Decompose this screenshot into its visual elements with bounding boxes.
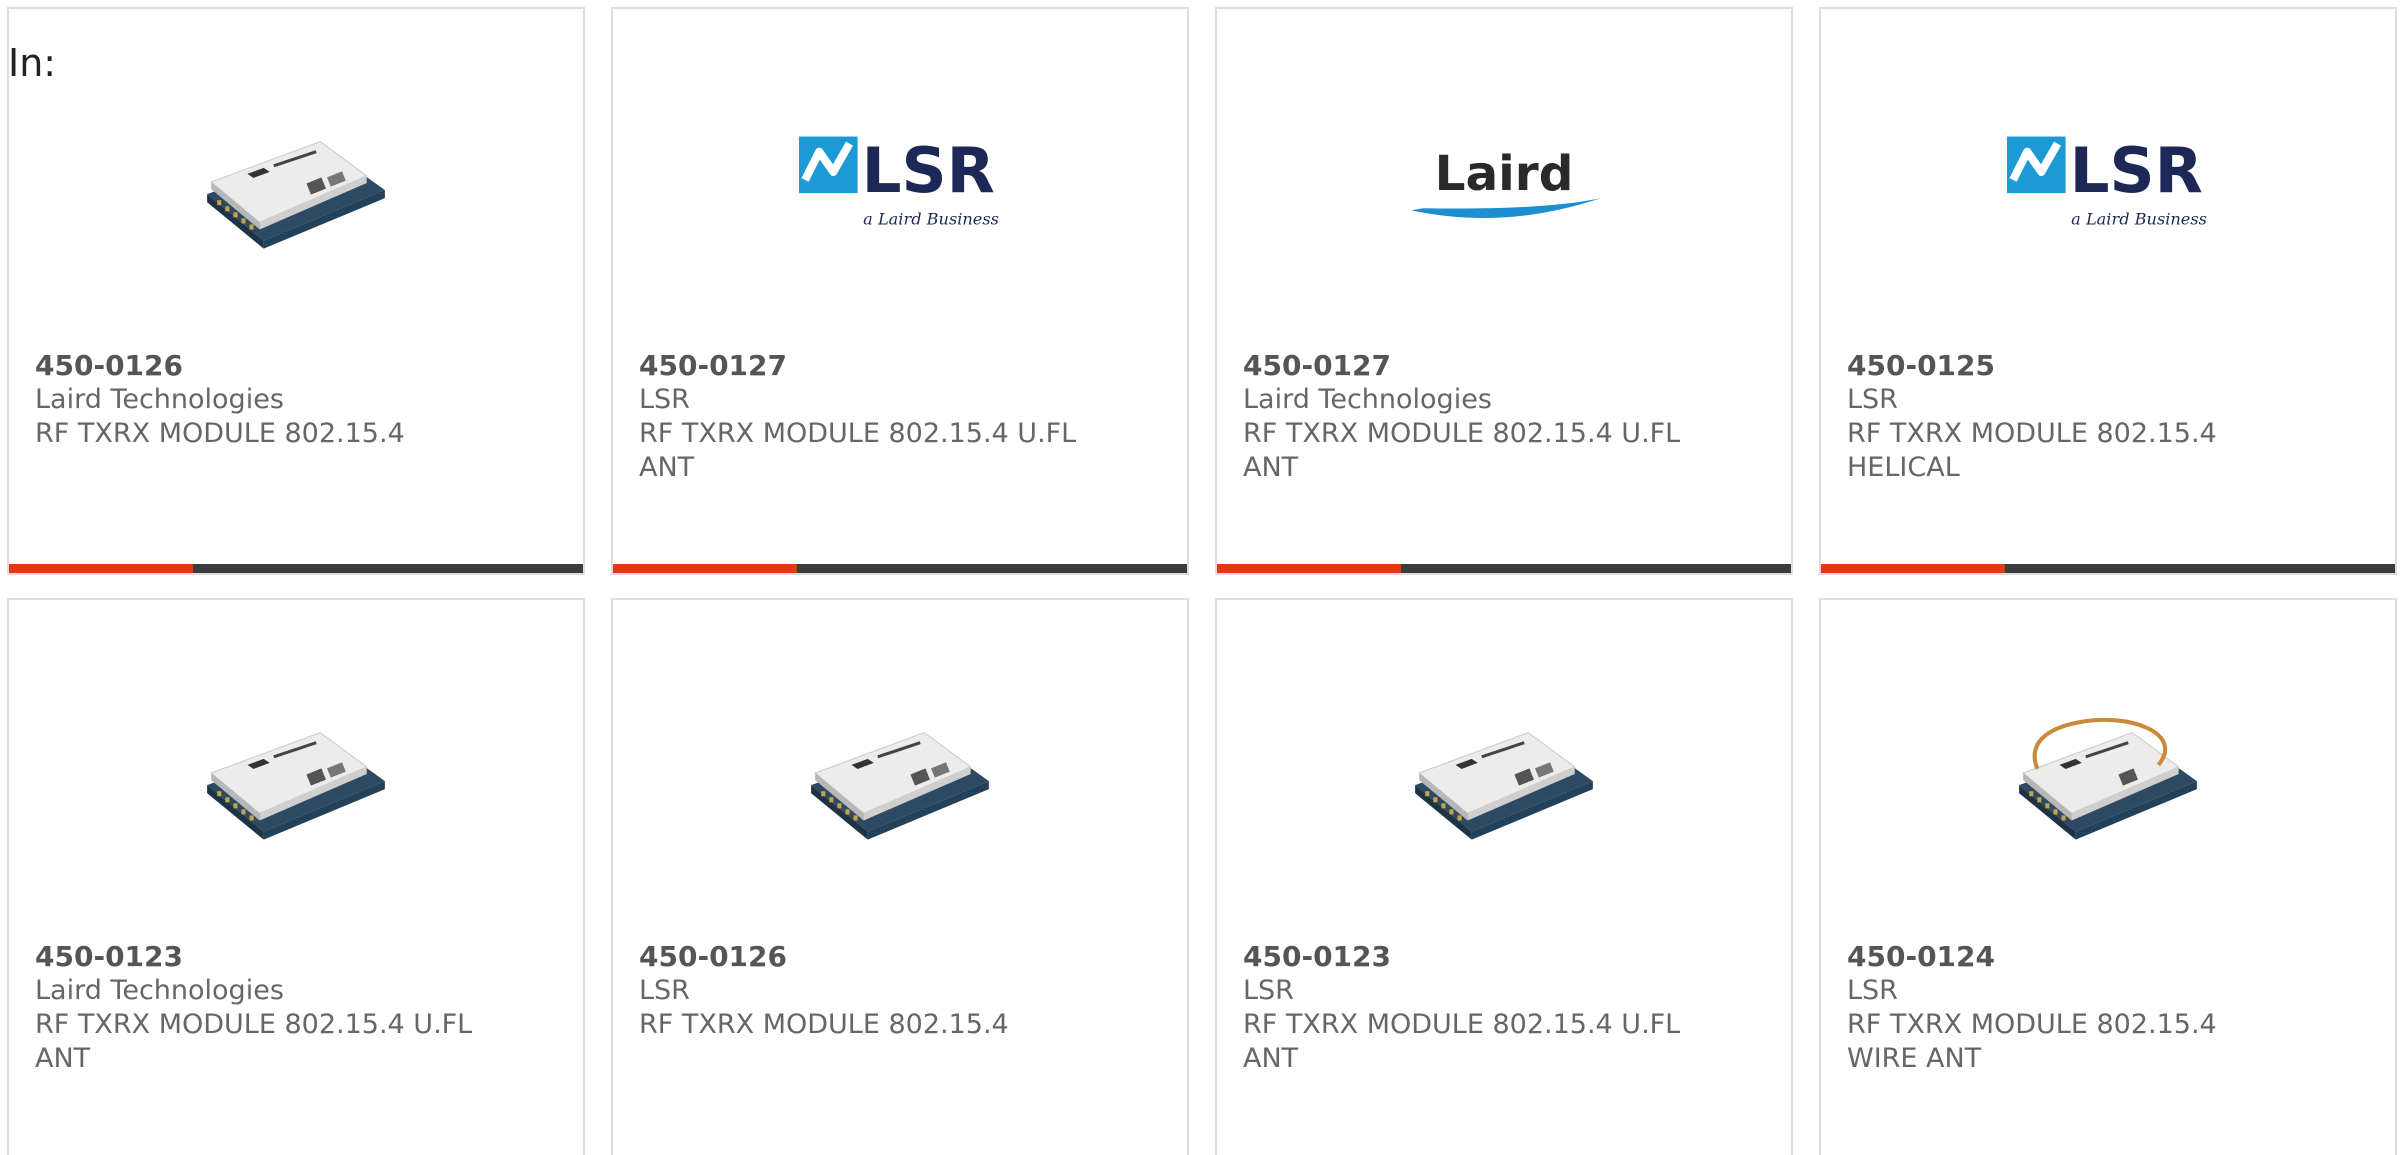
product-info: 450-0123 LSR RF TXRX MODULE 802.15.4 U.F… (1243, 940, 1683, 1076)
part-number[interactable]: 450-0123 (35, 940, 475, 974)
manufacturer: LSR (639, 384, 690, 415)
product-card[interactable]: 450-0126 Laird Technologies RF TXRX MODU… (7, 7, 585, 575)
part-number[interactable]: 450-0123 (1243, 940, 1683, 974)
part-number[interactable]: 450-0124 (1847, 940, 2287, 974)
description: RF TXRX MODULE 802.15.4 (35, 418, 405, 449)
product-card[interactable]: 450-0123 Laird Technologies RF TXRX MODU… (7, 598, 585, 1155)
progress-bar (1821, 564, 2395, 573)
product-card[interactable]: LSR a Laird Business 450-0127 LSR RF TXR… (611, 7, 1189, 575)
part-number[interactable]: 450-0126 (35, 349, 475, 383)
logo-text: Laird (1435, 146, 1574, 202)
product-results-page: In: 450-0126 Laird Technologies RF TXRX … (0, 0, 2400, 1155)
manufacturer: Laird Technologies (35, 384, 284, 415)
product-info: 450-0124 LSR RF TXRX MODULE 802.15.4 WIR… (1847, 940, 2287, 1076)
rf-module-photo (799, 672, 1001, 874)
rf-module-photo (195, 672, 397, 874)
manufacturer: LSR (1243, 975, 1294, 1006)
description: RF TXRX MODULE 802.15.4 U.FL ANT (1243, 1009, 1681, 1074)
description: RF TXRX MODULE 802.15.4 HELICAL (1847, 418, 2217, 483)
progress-fill (1821, 564, 2005, 573)
product-card[interactable]: 450-0126 LSR RF TXRX MODULE 802.15.4 (611, 598, 1189, 1155)
logo-text: LSR (862, 134, 995, 207)
product-card[interactable]: LSR a Laird Business 450-0125 LSR RF TXR… (1819, 7, 2397, 575)
description: RF TXRX MODULE 802.15.4 U.FL ANT (35, 1009, 473, 1074)
lsr-logo: LSR a Laird Business (2007, 81, 2209, 283)
part-number[interactable]: 450-0126 (639, 940, 1079, 974)
laird-logo: Laird (1403, 81, 1605, 283)
manufacturer: Laird Technologies (1243, 384, 1492, 415)
progress-fill (9, 564, 193, 573)
part-number[interactable]: 450-0125 (1847, 349, 2287, 383)
logo-subtext: a Laird Business (863, 209, 999, 228)
product-info: 450-0125 LSR RF TXRX MODULE 802.15.4 HEL… (1847, 349, 2287, 485)
manufacturer: Laird Technologies (35, 975, 284, 1006)
progress-bar (1217, 564, 1791, 573)
product-info: 450-0126 LSR RF TXRX MODULE 802.15.4 (639, 940, 1079, 1042)
description: RF TXRX MODULE 802.15.4 U.FL ANT (1243, 418, 1681, 483)
progress-bar (613, 564, 1187, 573)
product-card[interactable]: Laird 450-0127 Laird Technologies RF TXR… (1215, 7, 1793, 575)
rf-module-photo (1403, 672, 1605, 874)
manufacturer: LSR (1847, 384, 1898, 415)
product-info: 450-0126 Laird Technologies RF TXRX MODU… (35, 349, 475, 451)
product-info: 450-0123 Laird Technologies RF TXRX MODU… (35, 940, 475, 1076)
progress-fill (613, 564, 797, 573)
progress-fill (1217, 564, 1401, 573)
in-label: In: (8, 41, 57, 85)
description: RF TXRX MODULE 802.15.4 U.FL ANT (639, 418, 1077, 483)
product-info: 450-0127 Laird Technologies RF TXRX MODU… (1243, 349, 1683, 485)
part-number[interactable]: 450-0127 (639, 349, 1079, 383)
logo-subtext: a Laird Business (2071, 209, 2207, 228)
rf-module-wire-antenna-photo (2007, 672, 2209, 874)
lsr-logo: LSR a Laird Business (799, 81, 1001, 283)
part-number[interactable]: 450-0127 (1243, 349, 1683, 383)
product-info: 450-0127 LSR RF TXRX MODULE 802.15.4 U.F… (639, 349, 1079, 485)
description: RF TXRX MODULE 802.15.4 WIRE ANT (1847, 1009, 2217, 1074)
rf-module-photo (195, 81, 397, 283)
product-card[interactable]: 450-0123 LSR RF TXRX MODULE 802.15.4 U.F… (1215, 598, 1793, 1155)
product-card[interactable]: 450-0124 LSR RF TXRX MODULE 802.15.4 WIR… (1819, 598, 2397, 1155)
progress-bar (9, 564, 583, 573)
manufacturer: LSR (1847, 975, 1898, 1006)
manufacturer: LSR (639, 975, 690, 1006)
description: RF TXRX MODULE 802.15.4 (639, 1009, 1009, 1040)
logo-text: LSR (2070, 134, 2203, 207)
